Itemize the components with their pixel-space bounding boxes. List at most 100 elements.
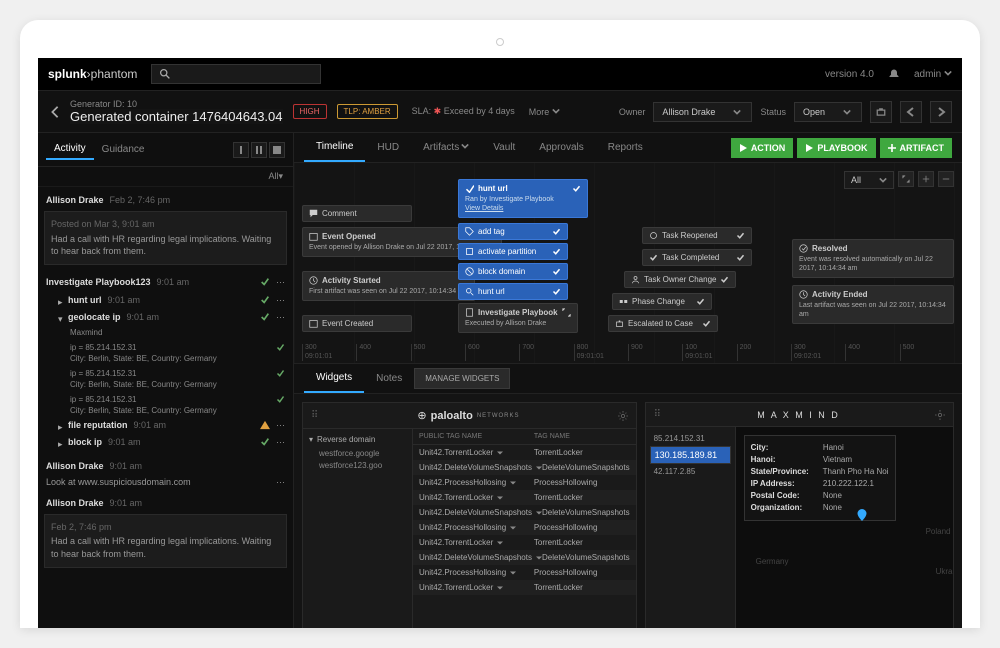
topbar: splunk›phantom version 4.0 admin [38,58,962,91]
tab-reports[interactable]: Reports [596,134,655,161]
brand-logo: splunk›phantom [48,67,137,81]
card-activity-started[interactable]: Activity StartedFirst artifact was seen … [302,271,475,301]
ip-detail[interactable]: ip = 85.214.152.31City: Berlin, State: B… [44,339,287,365]
tab-widgets[interactable]: Widgets [304,364,364,393]
card-investigate-pb[interactable]: Investigate PlaybookExecuted by Allison … [458,303,578,333]
maxmind-logo: M A X M I N D [757,410,840,420]
step-subtitle: Maxmind [44,326,287,339]
card-comment[interactable]: Comment [302,205,412,222]
card-hunt-url-2[interactable]: hunt url [458,283,568,300]
timeline-canvas[interactable]: All Comment Event OpenedEvent opened by … [294,163,962,363]
search-input[interactable] [151,64,321,84]
card-hunt-url[interactable]: hunt urlRan by Investigate PlaybookView … [458,179,588,218]
activity-note[interactable]: Feb 2, 7:46 pmHad a call with HR regardi… [44,514,287,568]
back-icon[interactable] [48,105,62,119]
widget-paloalto: ⠿⊕ paloaltoNETWORKS ▾ Reverse domain wes… [302,402,637,628]
card-resolved[interactable]: ResolvedEvent was resolved automatically… [792,239,954,278]
device-camera [496,38,504,46]
owner-label: Owner [619,107,646,117]
table-row[interactable]: Unit42.TorrentLocker TorrentLocker [413,535,636,550]
zoom-out-button[interactable] [938,171,954,187]
more-menu[interactable]: More [529,107,560,117]
card-escalated[interactable]: Escalated to Case [608,315,718,332]
ip-detail[interactable]: ip = 85.214.152.31City: Berlin, State: B… [44,391,287,417]
table-row[interactable]: Unit42.ProcessHollosing ProcessHollowing [413,565,636,580]
timeline-ruler: 30009:01:0140050060070080009:01:01900100… [302,344,954,361]
card-phase-change[interactable]: Phase Change [612,293,712,310]
tlp-tag[interactable]: TLP: AMBER [337,104,398,119]
prev-button[interactable] [900,101,922,123]
reverse-domain-toggle[interactable]: ▾ Reverse domain [309,435,406,444]
step-hunt-url[interactable]: ▸hunt url9:01 am⋯ [44,292,287,309]
view-mode-3[interactable] [269,142,285,158]
container-title: Generated container 1476404643.04 [70,109,283,124]
table-row[interactable]: Unit42.ProcessHollosing ProcessHollowing [413,520,636,535]
tab-timeline[interactable]: Timeline [304,133,365,162]
map[interactable]: City: HanoiHanoi: VietnamState/Province:… [736,427,953,628]
version-label: version 4.0 [825,69,874,80]
ip-list-item[interactable]: 85.214.152.31 [650,431,731,446]
tab-approvals[interactable]: Approvals [527,134,595,161]
tab-artifacts[interactable]: Artifacts [411,134,481,161]
drag-handle-icon[interactable]: ⠿ [654,409,662,420]
card-activate-partition[interactable]: activate partition [458,243,568,260]
gear-icon[interactable] [935,410,945,420]
step-block-ip[interactable]: ▸block ip9:01 am⋯ [44,434,287,451]
status-select[interactable]: Open [794,102,862,122]
table-row[interactable]: Unit42.DeleteVolumeSnapshots DeleteVolum… [413,505,636,520]
activity-sidebar: Activity Guidance All ▾ Allison DrakeFeb… [38,133,294,628]
drag-handle-icon[interactable]: ⠿ [311,410,319,421]
filter-all[interactable]: All ▾ [38,167,293,187]
zoom-in-button[interactable] [918,171,934,187]
table-row[interactable]: Unit42.TorrentLocker TorrentLocker [413,580,636,595]
table-row[interactable]: Unit42.DeleteVolumeSnapshots DeleteVolum… [413,460,636,475]
status-label: Status [760,107,786,117]
card-add-tag[interactable]: add tag [458,223,568,240]
bell-icon[interactable] [888,68,900,80]
step-file-rep[interactable]: ▸file reputation9:01 am⋯ [44,417,287,434]
card-activity-ended[interactable]: Activity EndedLast artifact was seen on … [792,285,954,324]
map-info-panel: City: HanoiHanoi: VietnamState/Province:… [744,435,896,521]
gear-icon[interactable] [618,411,628,421]
widget-maxmind: ⠿ M A X M I N D 85.214.152.31130.185.189.… [645,402,954,628]
manage-widgets-button[interactable]: MANAGE WIDGETS [414,368,510,389]
card-block-domain[interactable]: block domain [458,263,568,280]
container-header: Generator ID: 10 Generated container 147… [38,91,962,133]
step-geolocate[interactable]: ▾geolocate ip9:01 am⋯ [44,309,287,326]
playbook-header[interactable]: Investigate Playbook1239:01 am⋯ [44,273,287,292]
view-mode-2[interactable] [251,142,267,158]
map-pin-icon [856,509,866,519]
card-task-completed[interactable]: Task Completed [642,249,752,266]
main-panel: Timeline HUD Artifacts Vault Approvals R… [294,133,962,628]
activity-note[interactable]: Posted on Mar 3, 9:01 amHad a call with … [44,211,287,265]
tab-hud[interactable]: HUD [365,134,411,161]
tab-guidance[interactable]: Guidance [94,140,153,159]
card-task-reopened[interactable]: Task Reopened [642,227,752,244]
card-event-created[interactable]: Event Created [302,315,412,332]
ip-detail[interactable]: ip = 85.214.152.31City: Berlin, State: B… [44,365,287,391]
paloalto-logo: ⊕ paloaltoNETWORKS [417,409,519,422]
link-item[interactable]: Look at www.suspiciousdomain.com⋯ [44,475,287,494]
fullscreen-button[interactable] [898,171,914,187]
tab-vault[interactable]: Vault [481,134,527,161]
ip-list-item[interactable]: 130.185.189.81 [650,446,731,464]
tab-notes[interactable]: Notes [364,365,414,392]
view-mode-1[interactable] [233,142,249,158]
severity-tag[interactable]: HIGH [293,104,327,119]
user-menu[interactable]: admin [914,69,952,80]
action-button[interactable]: ACTION [731,138,794,158]
briefcase-button[interactable] [870,101,892,123]
owner-select[interactable]: Allison Drake [653,102,752,122]
card-task-owner[interactable]: Task Owner Change [624,271,736,288]
ip-list-item[interactable]: 42.117.2.85 [650,464,731,479]
tab-activity[interactable]: Activity [46,139,94,160]
table-row[interactable]: Unit42.DeleteVolumeSnapshots DeleteVolum… [413,550,636,565]
playbook-button[interactable]: PLAYBOOK [797,138,875,158]
table-row[interactable]: Unit42.TorrentLocker TorrentLocker [413,445,636,460]
next-button[interactable] [930,101,952,123]
activity-author: Allison DrakeFeb 2, 7:46 pm [44,191,287,209]
artifact-button[interactable]: ARTIFACT [880,138,953,158]
table-row[interactable]: Unit42.TorrentLocker TorrentLocker [413,490,636,505]
table-row[interactable]: Unit42.ProcessHollosing ProcessHollowing [413,475,636,490]
sla-label: SLA: ✱ Exceed by 4 days [412,106,515,117]
